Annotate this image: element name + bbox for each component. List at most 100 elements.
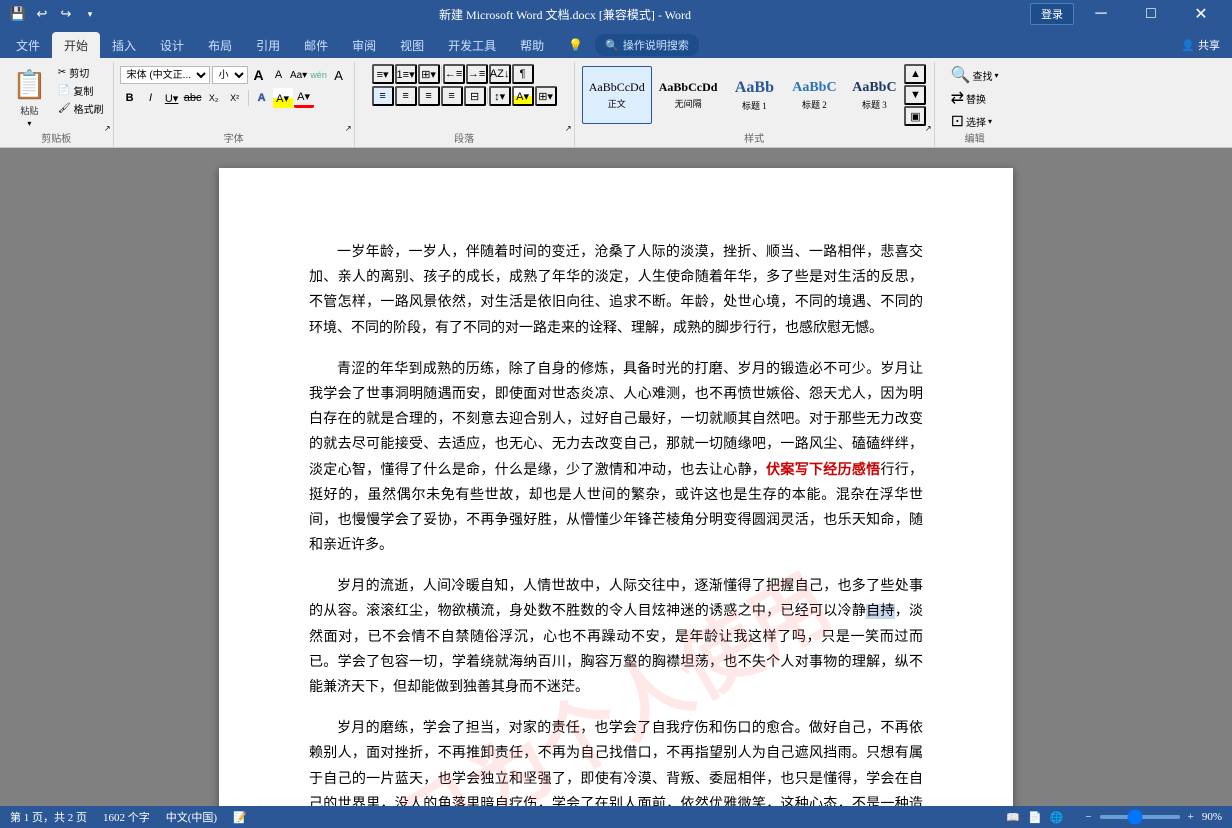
macro-icon[interactable]: 📝 [233,811,247,824]
replace-button[interactable]: ⇄ 替换 [948,87,989,109]
tab-references[interactable]: 引用 [244,32,292,58]
tab-view[interactable]: 视图 [388,32,436,58]
style-heading1[interactable]: AaBb 标题 1 [724,66,784,124]
paste-label: 粘贴 [20,104,38,117]
cut-label: 剪切 [69,65,89,80]
font-shrink-button[interactable]: A [270,66,288,84]
share-button[interactable]: 👤共享 [1169,32,1232,58]
text-effect-button[interactable]: A [252,88,272,108]
style-normal[interactable]: AaBbCcDd 正文 [582,66,652,124]
clipboard-expand-icon[interactable]: ↗ [104,124,111,133]
redo-icon[interactable]: ↪ [56,4,76,24]
view-print-icon[interactable]: 📄 [1028,811,1042,824]
align-right-button[interactable]: ≡ [418,86,440,106]
shading-button[interactable]: A▾ [512,86,534,106]
tab-layout[interactable]: 布局 [196,32,244,58]
customize-quick-access-icon[interactable]: ▾ [80,4,100,24]
title-bar-left: 💾 ↩ ↪ ▾ [8,4,100,24]
font-family-select[interactable]: 宋体 (中文正... [120,66,210,84]
selected-word: 自持 [866,604,895,619]
decrease-indent-button[interactable]: ←≡ [443,64,465,84]
highlight-button[interactable]: A▾ [273,88,293,108]
show-marks-button[interactable]: ¶ [512,64,534,84]
justify-button[interactable]: ≡ [441,86,463,106]
style-heading3[interactable]: AaBbC 标题 3 [844,66,904,124]
close-button[interactable]: ✕ [1178,0,1224,28]
clipboard-small-btns: ✂ 剪切 📄 复制 🖌 格式刷 [55,64,107,117]
tab-design[interactable]: 设计 [148,32,196,58]
line-spacing-button[interactable]: ↕▾ [489,86,511,106]
font-grow-button[interactable]: A [250,66,268,84]
save-icon[interactable]: 💾 [8,4,28,24]
view-web-icon[interactable]: 🌐 [1050,811,1064,824]
align-left-button[interactable]: ≡ [372,86,394,106]
status-bar-left: 第 1 页，共 2 页 1602 个字 中文(中国) 📝 [10,809,247,825]
style-heading1-label: 标题 1 [742,99,767,112]
para-divider2 [487,88,488,104]
italic-button[interactable]: I [141,88,161,108]
bold-button[interactable]: B [120,88,140,108]
select-button[interactable]: ⊡ 选择 ▾ [948,110,995,132]
paste-button[interactable]: 📋 粘贴 ▾ [6,64,53,132]
font-controls: 宋体 (中文正... 小四 A A Aa▾ wén A B I U▾ abc X… [120,66,348,108]
style-no-spacing[interactable]: AaBbCcDd 无间隔 [652,66,725,124]
strikethrough-button[interactable]: abc [183,88,203,108]
align-distribute-button[interactable]: ⊟ [464,86,486,106]
styles-scroll-down[interactable]: ▼ [904,85,926,105]
tab-mailings[interactable]: 邮件 [292,32,340,58]
tab-file[interactable]: 文件 [4,32,52,58]
style-heading2[interactable]: AaBbC 标题 2 [784,66,844,124]
edit-label: 编辑 [935,130,1015,145]
tab-help[interactable]: 帮助 [508,32,556,58]
zoom-slider[interactable] [1100,815,1180,819]
multilevel-list-button[interactable]: ⊞▾ [418,64,440,84]
paragraph-1: 一岁年龄，一岁人，伴随着时间的变迁，沧桑了人际的淡漠，挫折、顺当、一路相伴，悲喜… [309,240,923,341]
change-case-button[interactable]: Aa▾ [290,66,308,84]
styles-expand-icon[interactable]: ↗ [925,124,932,133]
cut-button[interactable]: ✂ 剪切 [55,64,107,81]
tab-developer[interactable]: 开发工具 [436,32,508,58]
document-page[interactable]: 只为个人使用 一岁年龄，一岁人，伴随着时间的变迁，沧桑了人际的淡漠，挫折、顺当、… [219,168,1013,806]
clear-format-button[interactable]: A [330,66,348,84]
tab-search[interactable]: 🔍 操作说明搜索 [595,34,699,56]
styles-more[interactable]: ▣ [904,106,926,126]
paste-dropdown[interactable]: ▾ [27,119,31,128]
borders-button[interactable]: ⊞▾ [535,86,557,106]
find-button[interactable]: 🔍 查找 ▾ [948,64,1002,86]
font-format-row: B I U▾ abc X₂ X² A A▾ A▾ [120,88,348,108]
style-heading2-preview: AaBbC [792,80,836,96]
find-label: 查找 [973,68,993,83]
tab-insert[interactable]: 插入 [100,32,148,58]
copy-button[interactable]: 📄 复制 [55,82,107,99]
tab-home[interactable]: 开始 [52,32,100,58]
styles-scroll-up[interactable]: ▲ [904,64,926,84]
zoom-in-icon[interactable]: + [1188,811,1194,823]
paragraph-expand-icon[interactable]: ↗ [565,124,572,133]
subscript-button[interactable]: X₂ [204,88,224,108]
font-size-select[interactable]: 小四 [212,66,248,84]
align-center-button[interactable]: ≡ [395,86,417,106]
select-icon: ⊡ [951,111,964,131]
tab-review[interactable]: 审阅 [340,32,388,58]
maximize-button[interactable]: □ [1128,0,1174,28]
superscript-button[interactable]: X² [225,88,245,108]
format-painter-button[interactable]: 🖌 格式刷 [55,100,107,117]
font-group: 宋体 (中文正... 小四 A A Aa▾ wén A B I U▾ abc X… [114,62,355,147]
unordered-list-button[interactable]: ≡▾ [372,64,394,84]
zoom-level[interactable]: 90% [1202,811,1222,823]
login-button[interactable]: 登录 [1030,3,1074,25]
phonetic-guide-button[interactable]: wén [310,66,328,84]
sort-button[interactable]: AZ↓ [489,64,511,84]
font-expand-icon[interactable]: ↗ [345,124,352,133]
ordered-list-button[interactable]: 1≡▾ [395,64,417,84]
para-divider1 [441,66,442,82]
increase-indent-button[interactable]: →≡ [466,64,488,84]
zoom-out-icon[interactable]: − [1085,811,1091,823]
view-read-icon[interactable]: 📖 [1006,811,1020,824]
underline-button[interactable]: U▾ [162,88,182,108]
document-container[interactable]: 只为个人使用 一岁年龄，一岁人，伴随着时间的变迁，沧桑了人际的淡漠，挫折、顺当、… [0,148,1232,806]
font-color-button[interactable]: A▾ [294,88,314,108]
minimize-button[interactable]: ─ [1078,0,1124,28]
tab-lightbulb[interactable]: 💡 [556,32,595,58]
undo-icon[interactable]: ↩ [32,4,52,24]
